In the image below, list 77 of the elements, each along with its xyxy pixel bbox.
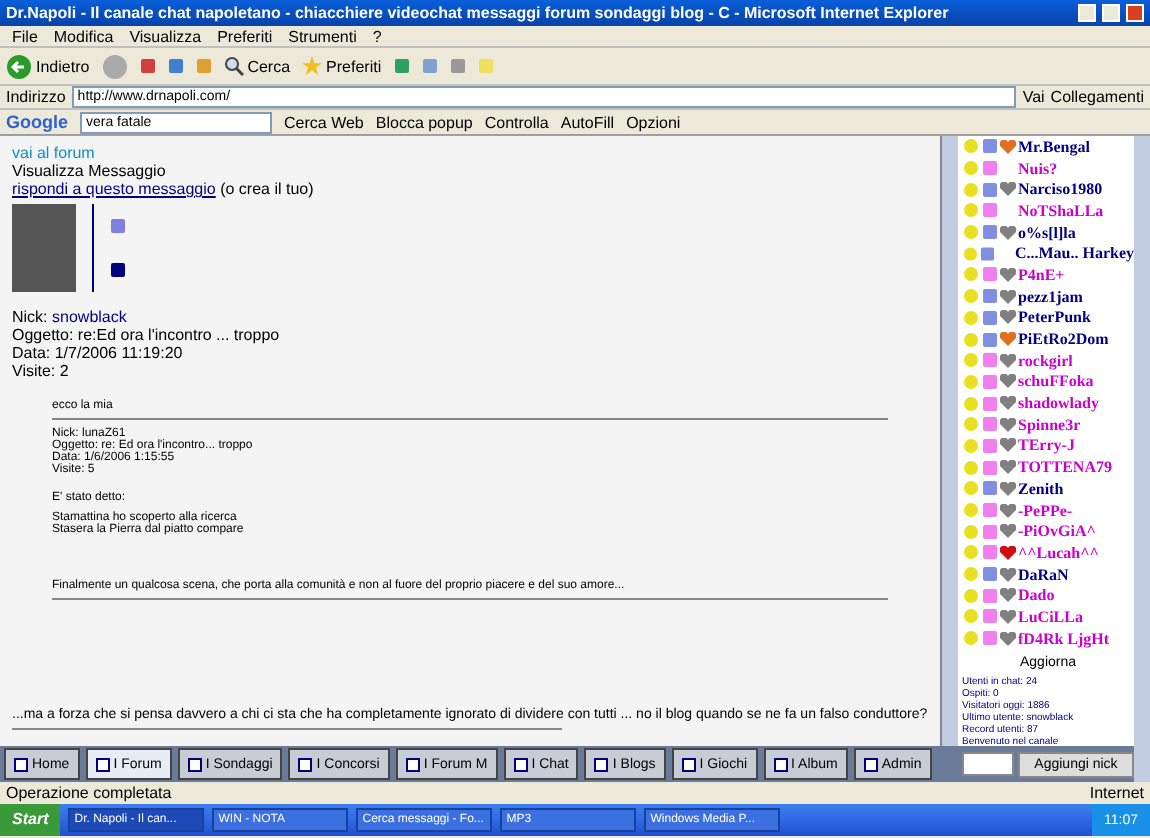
window-icon <box>14 757 28 771</box>
google-toolbar-button[interactable]: Opzioni <box>626 113 681 131</box>
window-icon <box>405 757 420 771</box>
subject-text: Oggetto: re:Ed ora l'incontro ... troppo <box>12 326 282 344</box>
reply-note: (o crea il tuo) <box>220 180 314 198</box>
user-nick[interactable]: TOTTENA79 <box>1018 458 1112 477</box>
page-heading: Visualizza Messaggio <box>12 162 168 180</box>
user-nick[interactable]: C...Mau.. Harkey <box>1014 244 1134 263</box>
visits-text: Visite: 2 <box>12 362 71 380</box>
user-nick[interactable]: rockgirl <box>1018 351 1073 370</box>
menu-item[interactable]: Visualizza <box>129 27 202 45</box>
user-nick[interactable]: P4nE+ <box>1018 265 1065 284</box>
google-toolbar-button[interactable]: AutoFill <box>560 113 615 131</box>
user-nick[interactable]: ^^Lucah^^ <box>1018 543 1099 562</box>
zone-text: Internet <box>1089 784 1144 802</box>
menu-item[interactable]: ? <box>372 27 382 45</box>
google-toolbar-button[interactable]: Controlla <box>484 113 549 131</box>
minimize-button[interactable] <box>1078 4 1096 22</box>
heart-icon <box>1000 182 1016 197</box>
user-nick[interactable]: -PePPe- <box>1018 501 1073 520</box>
user-nick[interactable]: pezz1jam <box>1018 287 1083 306</box>
window-icon <box>513 757 528 771</box>
window-icon <box>298 757 313 771</box>
user-nick[interactable]: schuFFoka <box>1018 372 1094 391</box>
user-nick[interactable]: DaRaN <box>1018 565 1069 584</box>
user-nick[interactable]: NoTShaLLa <box>1018 201 1104 220</box>
star-icon <box>302 56 323 76</box>
window-icon <box>187 757 202 771</box>
user-nick[interactable]: Spinne3r <box>1018 415 1081 434</box>
user-nick[interactable]: PeterPunk <box>1018 308 1091 327</box>
back-button[interactable]: Indietro <box>6 53 90 79</box>
user-nick[interactable]: Mr.Bengal <box>1018 137 1090 156</box>
photo-placeholder <box>12 204 76 292</box>
google-logo: Google <box>6 112 68 132</box>
google-toolbar-button[interactable]: Cerca Web <box>284 113 364 131</box>
user-nick[interactable]: PiEtRo2Dom <box>1018 330 1109 349</box>
start-button[interactable]: Start <box>0 804 61 836</box>
window-icon <box>95 757 110 771</box>
heart-icon <box>1000 139 1016 154</box>
search-button[interactable]: Cerca <box>223 56 291 76</box>
window-icon <box>681 757 696 771</box>
menu-item[interactable]: Strumenti <box>288 27 357 45</box>
user-nick[interactable]: LuCiLLa <box>1018 607 1083 626</box>
nick-field[interactable] <box>962 751 1014 775</box>
close-button[interactable] <box>1126 4 1144 22</box>
user-nick[interactable]: fD4Rk LjgHt <box>1018 629 1110 648</box>
go-button[interactable]: Vai <box>1022 88 1045 106</box>
window-title: Dr.Napoli - Il canale chat napoletano - chiacchiere videochat messaggi forum sondaggi blog - C - Microsoft Internet Explorer <box>6 4 951 22</box>
window-icon <box>594 757 609 771</box>
user-nick[interactable]: Narciso1980 <box>1018 180 1103 199</box>
search-icon <box>223 56 244 76</box>
status-text: Operazione completata <box>6 784 172 802</box>
user-nick[interactable]: Dado <box>1018 586 1055 605</box>
user-nick[interactable]: TErry-J <box>1018 436 1075 455</box>
scrollbar[interactable] <box>942 136 958 746</box>
address-label: Indirizzo <box>6 88 66 106</box>
user-nick[interactable]: Nuis? <box>1018 159 1058 178</box>
window-icon <box>773 757 788 771</box>
heart-icon <box>1000 225 1016 240</box>
user-nick[interactable]: -PiOvGiA^ <box>1018 522 1096 541</box>
back-arrow-icon <box>6 53 32 79</box>
google-toolbar-button[interactable]: Blocca popup <box>375 113 473 131</box>
date-text: Data: 1/7/2006 11:19:20 <box>12 344 185 362</box>
nick-link[interactable]: snowblack <box>52 308 127 326</box>
menu-item[interactable]: Modifica <box>53 27 114 45</box>
window-icon <box>863 757 878 771</box>
maximize-button[interactable] <box>1102 4 1120 22</box>
scrollbar[interactable] <box>1134 136 1150 781</box>
menu-item[interactable]: Preferiti <box>217 27 273 45</box>
user-nick[interactable]: shadowlady <box>1018 394 1099 413</box>
links-button[interactable]: Collegamenti <box>1050 88 1144 106</box>
favorites-button[interactable]: Preferiti <box>302 56 382 76</box>
reply-link[interactable]: rispondi a questo messaggio <box>12 180 216 198</box>
nick-label: Nick: <box>12 308 48 326</box>
user-nick[interactable]: o%s[l]la <box>1018 223 1076 242</box>
menu-item[interactable]: File <box>12 27 38 45</box>
user-nick[interactable]: Zenith <box>1018 479 1064 498</box>
